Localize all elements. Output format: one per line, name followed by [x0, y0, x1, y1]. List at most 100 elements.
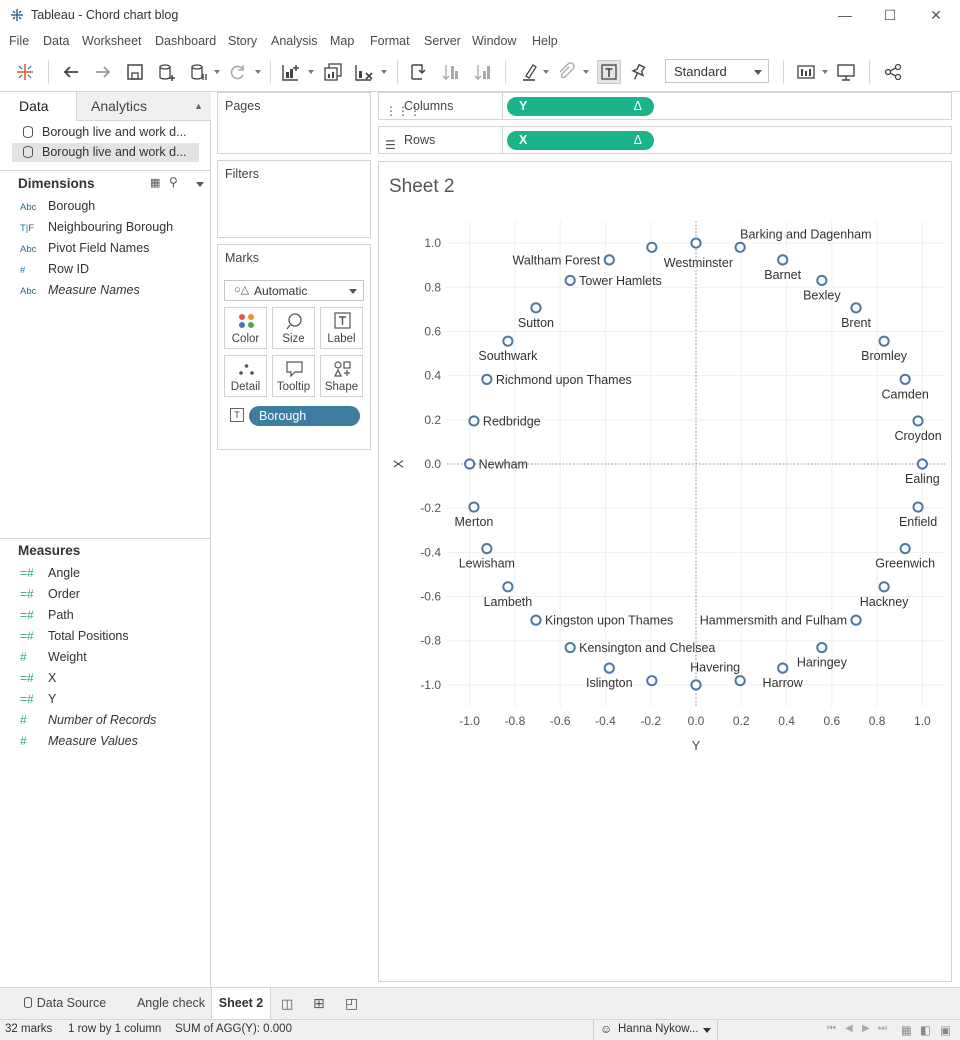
new-dashboard-tab-icon[interactable]: ⊞ [313, 995, 325, 1012]
data-point[interactable] [603, 662, 615, 674]
data-point[interactable] [502, 581, 514, 593]
data-point[interactable] [464, 458, 476, 470]
data-point[interactable] [530, 302, 542, 314]
fix-axes-pin-icon[interactable] [627, 61, 649, 83]
mark-type-dropdown[interactable]: ○△ Automatic [224, 280, 364, 301]
presentation-mode-icon[interactable] [835, 61, 857, 83]
menu-file[interactable]: File [9, 34, 29, 48]
pause-updates-icon[interactable] [188, 61, 210, 83]
menu-server[interactable]: Server [424, 34, 461, 48]
data-point[interactable] [603, 254, 615, 266]
field-row-id[interactable]: # Row ID [20, 259, 89, 279]
data-point[interactable] [850, 614, 862, 626]
menu-format[interactable]: Format [370, 34, 410, 48]
data-point[interactable] [564, 274, 576, 287]
field-number-of-records[interactable]: # Number of Records [20, 710, 156, 730]
data-point[interactable] [481, 373, 493, 385]
maximize-button[interactable]: ☐ [875, 4, 905, 26]
new-data-source-icon[interactable] [156, 61, 178, 83]
field-path[interactable]: =# Path [20, 605, 74, 625]
tab-sheet-2[interactable]: Sheet 2 [211, 988, 271, 1019]
field-order[interactable]: =# Order [20, 584, 80, 604]
new-story-tab-icon[interactable]: ◰ [345, 995, 358, 1012]
data-point[interactable] [878, 581, 890, 593]
highlight-icon[interactable] [518, 61, 540, 83]
data-point[interactable] [734, 241, 746, 253]
data-point[interactable] [690, 237, 702, 249]
data-point[interactable] [564, 641, 576, 654]
save-icon[interactable] [124, 61, 146, 83]
user-menu[interactable]: ☺ Hanna Nykow... [593, 1020, 718, 1040]
data-source-item-active[interactable]: Borough live and work d... [12, 143, 199, 162]
filmstrip-view-icon[interactable]: ◧ [920, 1023, 931, 1037]
last-page-icon[interactable]: ⏭ [878, 1023, 887, 1034]
data-point[interactable] [878, 335, 890, 347]
field-measure-values[interactable]: # Measure Values [20, 731, 138, 751]
next-page-icon[interactable]: ▶ [862, 1023, 870, 1034]
search-icon[interactable]: ⚲ [169, 175, 178, 189]
menu-worksheet[interactable]: Worksheet [82, 34, 142, 48]
new-worksheet-icon[interactable] [280, 61, 302, 83]
y-pill[interactable]: YΔ [507, 97, 654, 116]
data-point[interactable] [646, 675, 658, 687]
undo-icon[interactable] [60, 61, 82, 83]
columns-shelf[interactable]: ⋮⋮⋮ Columns YΔ [378, 92, 952, 120]
data-point[interactable] [816, 274, 828, 287]
data-point[interactable] [916, 458, 928, 470]
sort-descending-icon[interactable] [472, 61, 494, 83]
menu-window[interactable]: Window [472, 34, 516, 48]
data-point[interactable] [912, 501, 924, 513]
close-button[interactable]: ✕ [921, 4, 951, 26]
data-point[interactable] [912, 415, 924, 427]
data-point[interactable] [530, 614, 542, 626]
size-button[interactable]: Size [272, 307, 315, 349]
tab-angle-check[interactable]: Angle check [131, 988, 211, 1019]
menu-data[interactable]: Data [43, 34, 69, 48]
data-source-item[interactable]: Borough live and work d... [12, 123, 199, 142]
menu-help[interactable]: Help [532, 34, 558, 48]
pages-card[interactable]: Pages [217, 92, 371, 154]
shape-button[interactable]: Shape [320, 355, 363, 397]
first-page-icon[interactable]: ⏮ [827, 1023, 836, 1034]
data-point[interactable] [777, 254, 789, 266]
clear-sheet-icon[interactable] [353, 61, 375, 83]
view-list-icon[interactable]: ▦ [150, 176, 160, 189]
sort-ascending-icon[interactable] [440, 61, 462, 83]
group-members-icon[interactable] [555, 61, 577, 83]
color-button[interactable]: Color [224, 307, 267, 349]
tab-data[interactable]: Data [0, 92, 77, 121]
data-point[interactable] [899, 373, 911, 385]
data-point[interactable] [646, 241, 658, 253]
x-pill[interactable]: XΔ [507, 131, 654, 150]
chevron-down-icon[interactable] [196, 182, 204, 187]
data-point[interactable] [468, 501, 480, 513]
rows-shelf[interactable]: ☰ Rows XΔ [378, 126, 952, 154]
refresh-icon[interactable] [226, 61, 248, 83]
data-point[interactable] [734, 675, 746, 687]
share-icon[interactable] [882, 61, 904, 83]
field-angle[interactable]: =# Angle [20, 563, 80, 583]
tab-view-icon[interactable]: ▣ [940, 1023, 951, 1037]
field-pivot-field-names[interactable]: Abc Pivot Field Names [20, 238, 149, 258]
tableau-home-icon[interactable] [14, 61, 36, 83]
duplicate-sheet-icon[interactable] [322, 61, 344, 83]
borough-label-pill[interactable]: Borough [249, 406, 360, 426]
show-mark-labels-icon[interactable] [597, 60, 621, 84]
data-point[interactable] [468, 415, 480, 427]
filters-card[interactable]: Filters [217, 160, 371, 238]
menu-story[interactable]: Story [228, 34, 257, 48]
tab-data-source[interactable]: Data Source [0, 988, 130, 1019]
swap-rows-columns-icon[interactable] [407, 61, 429, 83]
data-point[interactable] [481, 543, 493, 555]
field-y[interactable]: =# Y [20, 689, 56, 709]
data-point[interactable] [777, 662, 789, 674]
data-point[interactable] [502, 335, 514, 347]
redo-icon[interactable] [92, 61, 114, 83]
show-cards-icon[interactable] [795, 61, 817, 83]
field-x[interactable]: =# X [20, 668, 56, 688]
field-neighbouring-borough[interactable]: T|F Neighbouring Borough [20, 217, 173, 237]
tooltip-button[interactable]: Tooltip [272, 355, 315, 397]
data-point[interactable] [899, 543, 911, 555]
previous-page-icon[interactable]: ◀ [845, 1023, 853, 1034]
data-point[interactable] [850, 302, 862, 314]
